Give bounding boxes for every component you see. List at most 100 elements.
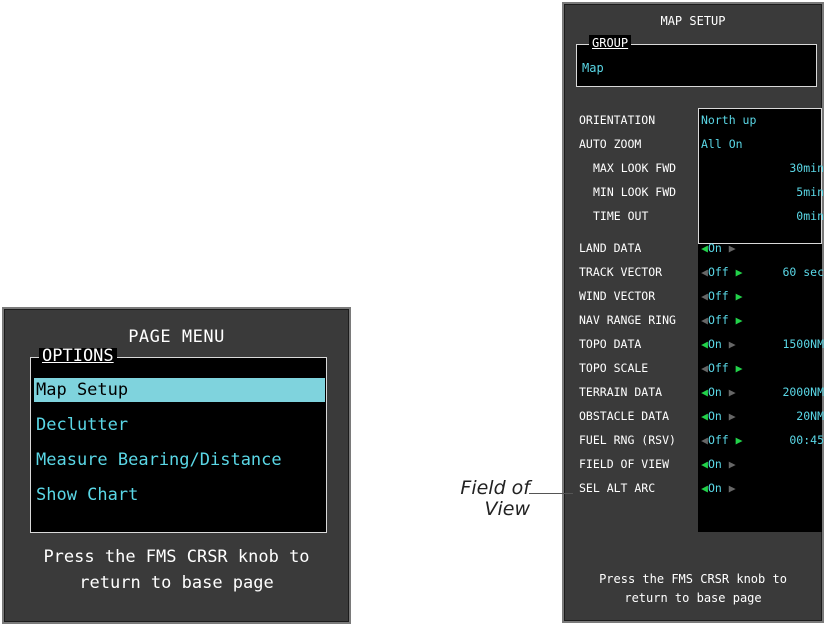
row-time-out: TIME OUT 0min (574, 204, 824, 228)
left-arrow-icon: ◀ (701, 337, 708, 351)
row-value[interactable]: 5min (796, 180, 824, 204)
row-label: TIME OUT (593, 209, 649, 223)
toggle-value: Off (707, 265, 729, 279)
right-arrow-icon: ▶ (735, 265, 743, 279)
options-group: OPTIONS Map Setup Declutter Measure Bear… (30, 348, 327, 533)
row-topo-scale: TOPO SCALE ◀Off ▶ (574, 356, 824, 380)
row-value[interactable]: All On (701, 132, 743, 156)
row-orientation: ORIENTATION North up (574, 108, 824, 132)
right-arrow-icon: ▶ (728, 481, 736, 495)
row-label: TERRAIN DATA (579, 385, 663, 399)
row-toggle[interactable]: ◀On ▶ (701, 476, 736, 500)
left-arrow-icon: ◀ (701, 457, 708, 471)
menu-item-map-setup[interactable]: Map Setup (34, 378, 325, 402)
right-arrow-icon: ▶ (728, 385, 736, 399)
page-menu-footer-line2: return to base page (79, 573, 274, 593)
row-label: ORIENTATION (579, 113, 656, 127)
right-arrow-icon: ▶ (728, 241, 736, 255)
toggle-value: Off (707, 433, 729, 447)
row-label: TOPO SCALE (579, 361, 649, 375)
row-min-look-fwd: MIN LOOK FWD 5min (574, 180, 824, 204)
menu-item-show-chart[interactable]: Show Chart (34, 483, 138, 507)
row-toggle[interactable]: ◀On ▶ (701, 452, 736, 476)
row-label: LAND DATA (579, 241, 642, 255)
callout-line2: View (484, 498, 530, 520)
row-label: NAV RANGE RING (579, 313, 676, 327)
row-value[interactable]: 1500NM (782, 332, 824, 356)
left-arrow-icon: ◀ (701, 433, 708, 447)
right-arrow-icon: ▶ (735, 289, 743, 303)
left-arrow-icon: ◀ (701, 385, 708, 399)
row-toggle[interactable]: ◀Off ▶ (701, 284, 743, 308)
row-toggle[interactable]: ◀Off ▶ (701, 428, 743, 452)
row-value[interactable]: 60 sec (782, 260, 824, 284)
left-arrow-icon: ◀ (701, 265, 708, 279)
row-toggle[interactable]: ◀On ▶ (701, 332, 736, 356)
row-label: AUTO ZOOM (579, 137, 642, 151)
row-value[interactable]: North up (701, 108, 756, 132)
toggle-value: Off (707, 361, 729, 375)
left-arrow-icon: ◀ (701, 409, 708, 423)
row-value[interactable]: 20NM (796, 404, 824, 428)
map-setup-title: MAP SETUP (660, 14, 726, 28)
map-setup-window: MAP SETUP GROUP Map ORIENTATION North up… (562, 2, 824, 623)
menu-item-measure-bearing-distance[interactable]: Measure Bearing/Distance (34, 448, 282, 472)
right-arrow-icon: ▶ (735, 361, 743, 375)
left-arrow-icon: ◀ (701, 241, 708, 255)
toggle-value: Off (707, 313, 729, 327)
toggle-value: On (707, 241, 722, 255)
callout-leader-line (529, 493, 573, 494)
group-label: GROUP (589, 35, 632, 51)
row-auto-zoom: AUTO ZOOM All On (574, 132, 824, 156)
options-group-label: OPTIONS (39, 348, 117, 365)
right-arrow-icon: ▶ (735, 433, 743, 447)
group-box: GROUP Map (576, 35, 817, 87)
row-toggle[interactable]: ◀On ▶ (701, 404, 736, 428)
row-value[interactable]: 30min (789, 156, 824, 180)
toggle-value: On (707, 457, 722, 471)
row-land-data: LAND DATA ◀On ▶ (574, 236, 824, 260)
row-label: FIELD OF VIEW (579, 457, 670, 471)
row-obstacle-data: OBSTACLE DATA ◀On ▶ 20NM (574, 404, 824, 428)
page-menu-window: PAGE MENU OPTIONS Map Setup Declutter Me… (2, 307, 351, 624)
group-value[interactable]: Map (582, 61, 604, 75)
row-toggle[interactable]: ◀On ▶ (701, 380, 736, 404)
row-wind-vector: WIND VECTOR ◀Off ▶ (574, 284, 824, 308)
row-label: WIND VECTOR (579, 289, 656, 303)
field-of-view-callout: Field of View (420, 478, 530, 520)
row-fuel-rng-rsv: FUEL RNG (RSV) ◀Off ▶ 00:45 (574, 428, 824, 452)
toggle-value: On (707, 337, 722, 351)
toggle-value: On (707, 385, 722, 399)
row-field-of-view: FIELD OF VIEW ◀On ▶ (574, 452, 824, 476)
row-max-look-fwd: MAX LOOK FWD 30min (574, 156, 824, 180)
left-arrow-icon: ◀ (701, 481, 708, 495)
row-track-vector: TRACK VECTOR ◀Off ▶ 60 sec (574, 260, 824, 284)
row-value[interactable]: 0min (796, 204, 824, 228)
row-nav-range-ring: NAV RANGE RING ◀Off ▶ (574, 308, 824, 332)
right-arrow-icon: ▶ (728, 457, 736, 471)
right-arrow-icon: ▶ (728, 409, 736, 423)
row-label: FUEL RNG (RSV) (579, 433, 676, 447)
left-arrow-icon: ◀ (701, 361, 708, 375)
row-toggle[interactable]: ◀Off ▶ (701, 308, 743, 332)
row-toggle[interactable]: ◀Off ▶ (701, 260, 743, 284)
left-arrow-icon: ◀ (701, 313, 708, 327)
row-value[interactable]: 00:45 (789, 428, 824, 452)
menu-item-declutter[interactable]: Declutter (34, 413, 128, 437)
left-arrow-icon: ◀ (701, 289, 708, 303)
row-topo-data: TOPO DATA ◀On ▶ 1500NM (574, 332, 824, 356)
row-label: OBSTACLE DATA (579, 409, 670, 423)
row-value[interactable]: 2000NM (782, 380, 824, 404)
row-toggle[interactable]: ◀Off ▶ (701, 356, 743, 380)
row-label: MAX LOOK FWD (593, 161, 677, 175)
row-toggle[interactable]: ◀On ▶ (701, 236, 736, 260)
map-setup-footer-line2: return to base page (624, 591, 762, 605)
row-label: MIN LOOK FWD (593, 185, 677, 199)
row-label: TRACK VECTOR (579, 265, 663, 279)
page-menu-title: PAGE MENU (128, 327, 225, 347)
right-arrow-icon: ▶ (728, 337, 736, 351)
row-sel-alt-arc: SEL ALT ARC ◀On ▶ (574, 476, 824, 500)
toggle-value: Off (707, 289, 729, 303)
toggle-value: On (707, 481, 722, 495)
map-setup-footer-line1: Press the FMS CRSR knob to (599, 572, 787, 586)
